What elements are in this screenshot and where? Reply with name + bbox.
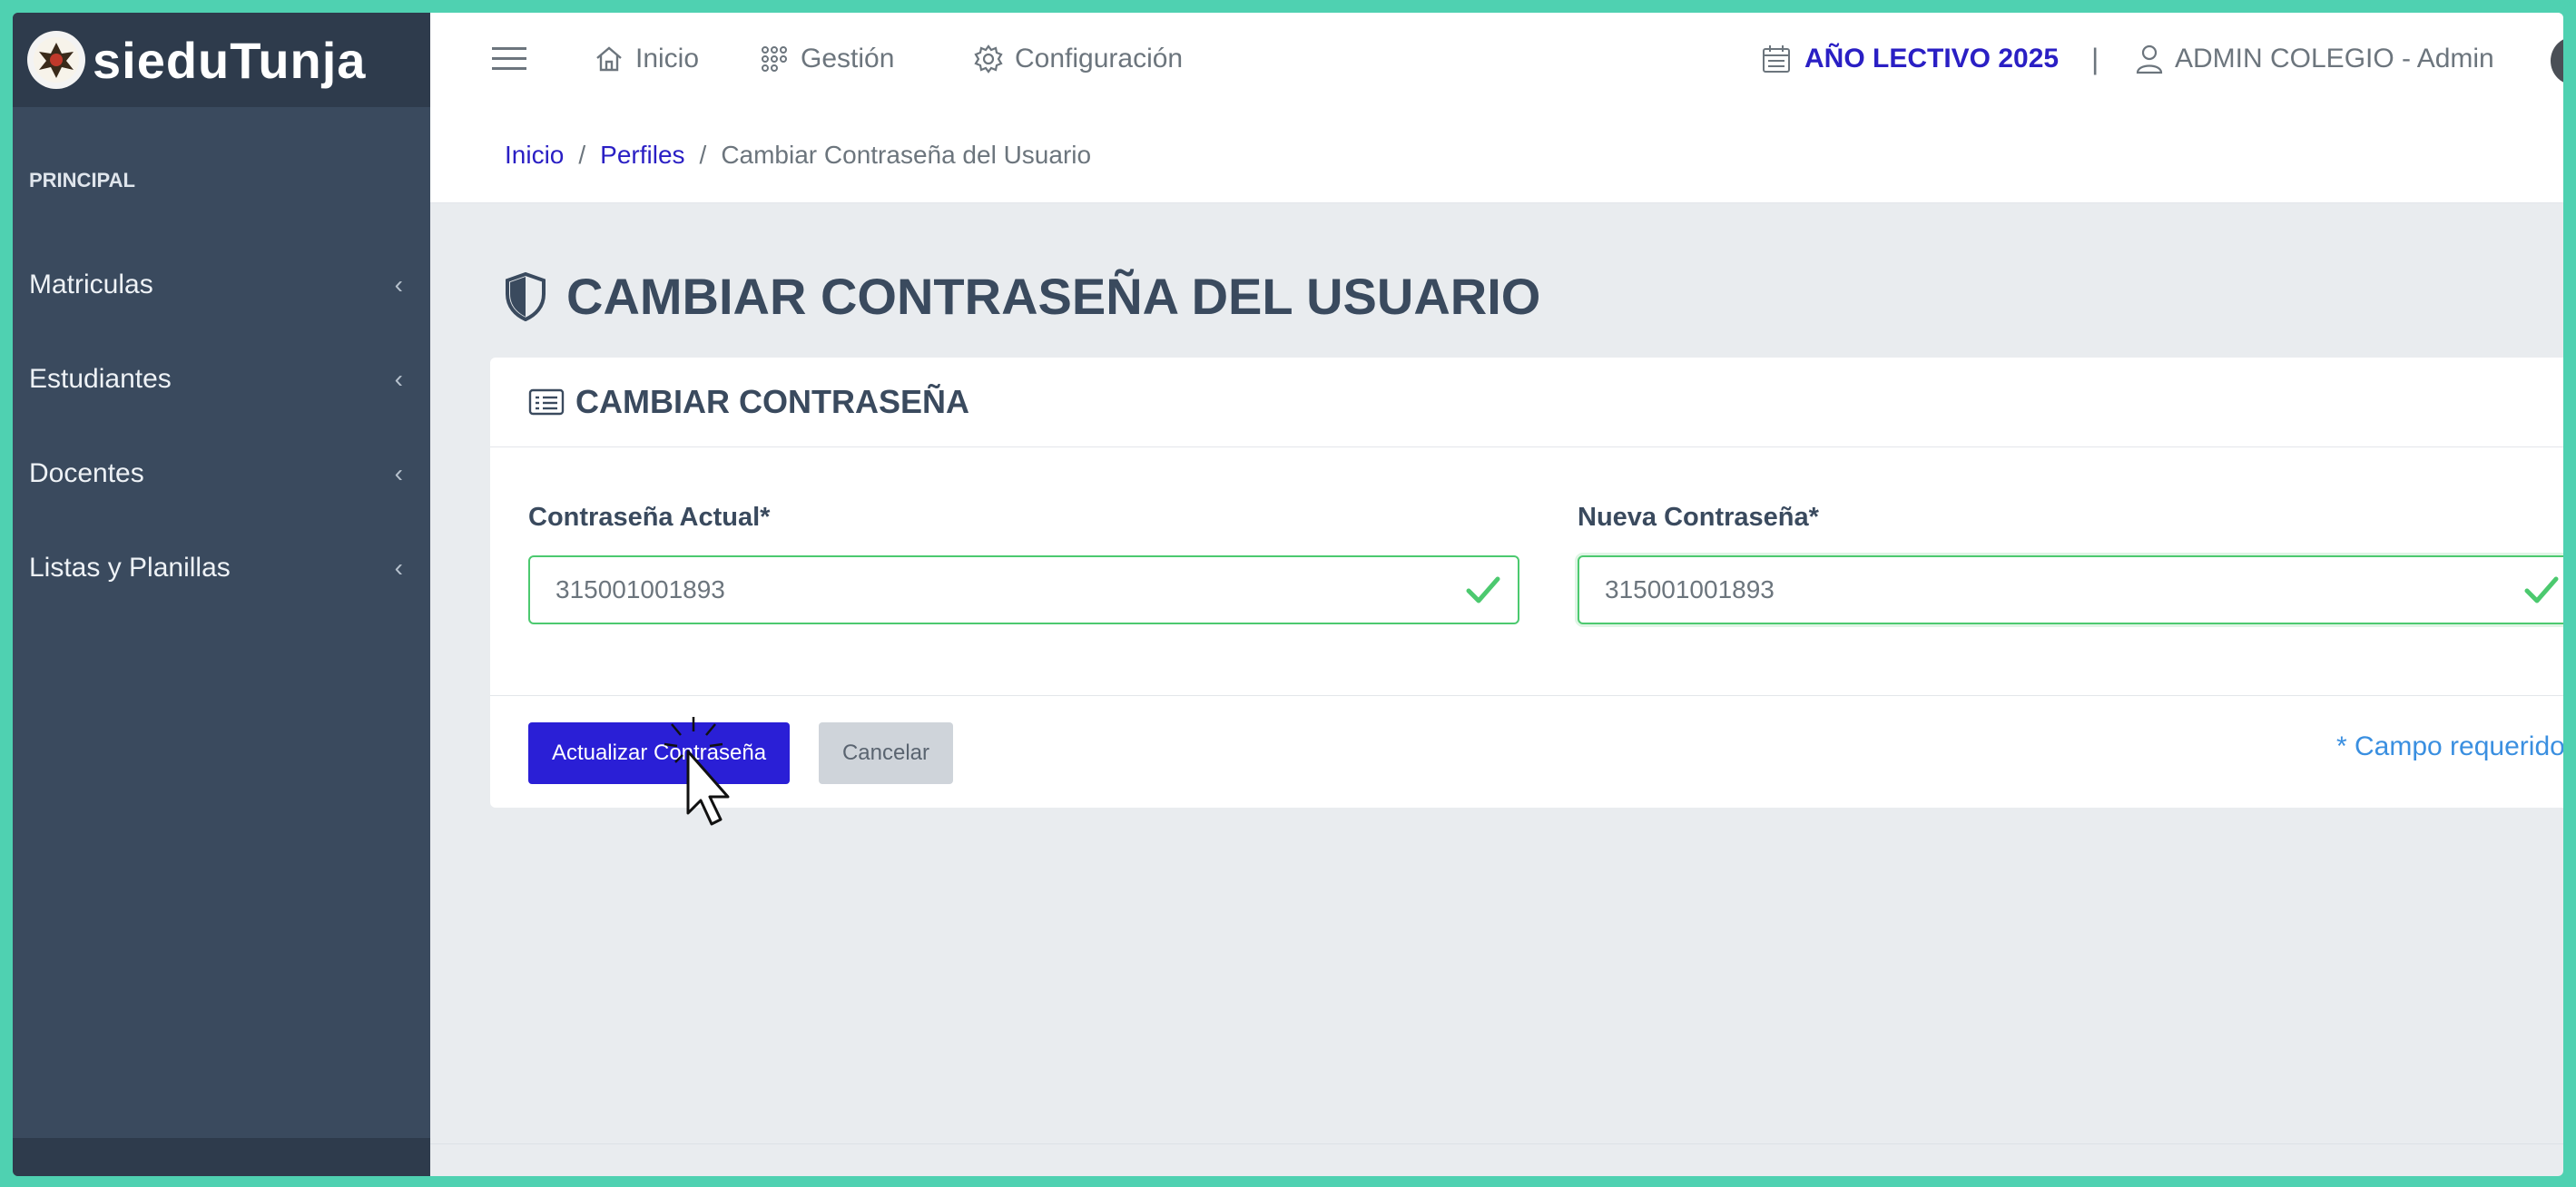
sidebar-section-label: PRINCIPAL — [29, 169, 135, 191]
card-divider — [490, 695, 2563, 696]
cancel-button[interactable]: Cancelar — [819, 722, 953, 784]
nav-gestion[interactable]: Gestión — [759, 36, 894, 82]
required-field-note: * Campo requerido — [2336, 731, 2563, 761]
hamburger-icon — [492, 47, 526, 70]
current-password-input[interactable] — [530, 557, 1518, 623]
nav-inicio-label: Inicio — [635, 44, 700, 74]
breadcrumb-separator: / — [578, 140, 586, 169]
user-icon — [2136, 44, 2163, 74]
chevron-left-icon: ‹ — [394, 365, 403, 393]
card-header: CAMBIAR CONTRASEÑA — [490, 358, 2563, 447]
academic-year[interactable]: AÑO LECTIVO 2025 — [1761, 36, 2059, 82]
brand-name: sieduTunja — [93, 31, 367, 89]
new-password-label: Nueva Contraseña* — [1578, 503, 1819, 532]
sidebar-item-estudiantes[interactable]: Estudiantes ‹ — [13, 332, 430, 427]
nav-configuracion[interactable]: Configuración — [973, 36, 1183, 82]
current-password-field-wrapper — [528, 555, 1519, 624]
breadcrumb-inicio[interactable]: Inicio — [505, 141, 564, 170]
sidebar-item-label: Docentes — [29, 458, 144, 488]
sidebar-item-docentes[interactable]: Docentes ‹ — [13, 427, 430, 521]
nav-configuracion-label: Configuración — [1015, 44, 1184, 74]
sidebar-item-matriculas[interactable]: Matriculas ‹ — [13, 238, 430, 332]
shield-icon — [506, 271, 546, 321]
change-password-card: CAMBIAR CONTRASEÑA Contraseña Actual* Nu… — [490, 358, 2563, 808]
gear-icon — [974, 44, 1003, 74]
breadcrumb-perfiles[interactable]: Perfiles — [600, 141, 684, 170]
check-icon — [2524, 576, 2559, 603]
breadcrumb-current: Cambiar Contraseña del Usuario — [721, 140, 1092, 169]
topbar: Inicio Gestión Configuración AÑO LECTIVO… — [430, 13, 2563, 108]
sidebar-item-label: Matriculas — [29, 270, 153, 299]
new-password-field-wrapper — [1578, 555, 2563, 624]
sidebar: sieduTunja PRINCIPAL Matriculas ‹ Estudi… — [13, 13, 430, 1176]
user-menu[interactable]: ADMIN COLEGIO - Admin — [2135, 36, 2494, 82]
sidebar-item-label: Estudiantes — [29, 364, 172, 394]
app-window: sieduTunja PRINCIPAL Matriculas ‹ Estudi… — [13, 13, 2563, 1176]
menu-toggle-button[interactable] — [487, 36, 532, 82]
chevron-left-icon: ‹ — [394, 270, 403, 299]
chevron-left-icon: ‹ — [394, 554, 403, 582]
breadcrumb-separator: / — [699, 140, 707, 169]
current-password-label: Contraseña Actual* — [528, 503, 771, 532]
sidebar-footer — [13, 1138, 430, 1176]
check-icon — [1466, 576, 1500, 603]
logo-icon — [27, 31, 85, 89]
sidebar-nav: Matriculas ‹ Estudiantes ‹ Docentes ‹ Li… — [13, 238, 430, 615]
nav-gestion-label: Gestión — [801, 44, 895, 74]
user-label: ADMIN COLEGIO - Admin — [2175, 44, 2494, 74]
calendar-icon — [1763, 45, 1790, 73]
cursor-icon — [664, 717, 730, 826]
nav-inicio[interactable]: Inicio — [594, 36, 699, 82]
page-title-text: CAMBIAR CONTRASEÑA DEL USUARIO — [566, 268, 1541, 325]
sidebar-item-label: Listas y Planillas — [29, 553, 231, 583]
home-icon — [596, 46, 622, 72]
grid-icon — [762, 46, 787, 72]
page-title: CAMBIAR CONTRASEÑA DEL USUARIO — [505, 267, 1540, 326]
brand[interactable]: sieduTunja — [13, 13, 430, 107]
academic-year-label: AÑO LECTIVO 2025 — [1804, 44, 2060, 74]
id-card-icon — [528, 388, 565, 416]
footer-divider — [430, 1143, 2563, 1144]
avatar[interactable] — [2551, 36, 2563, 85]
card-header-title: CAMBIAR CONTRASEÑA — [575, 383, 969, 420]
sidebar-item-listas-planillas[interactable]: Listas y Planillas ‹ — [13, 521, 430, 615]
breadcrumb: Inicio / Perfiles / Cambiar Contraseña d… — [430, 107, 2563, 203]
chevron-left-icon: ‹ — [394, 459, 403, 487]
new-password-input[interactable] — [1579, 557, 2563, 623]
topbar-separator: | — [2091, 42, 2099, 75]
